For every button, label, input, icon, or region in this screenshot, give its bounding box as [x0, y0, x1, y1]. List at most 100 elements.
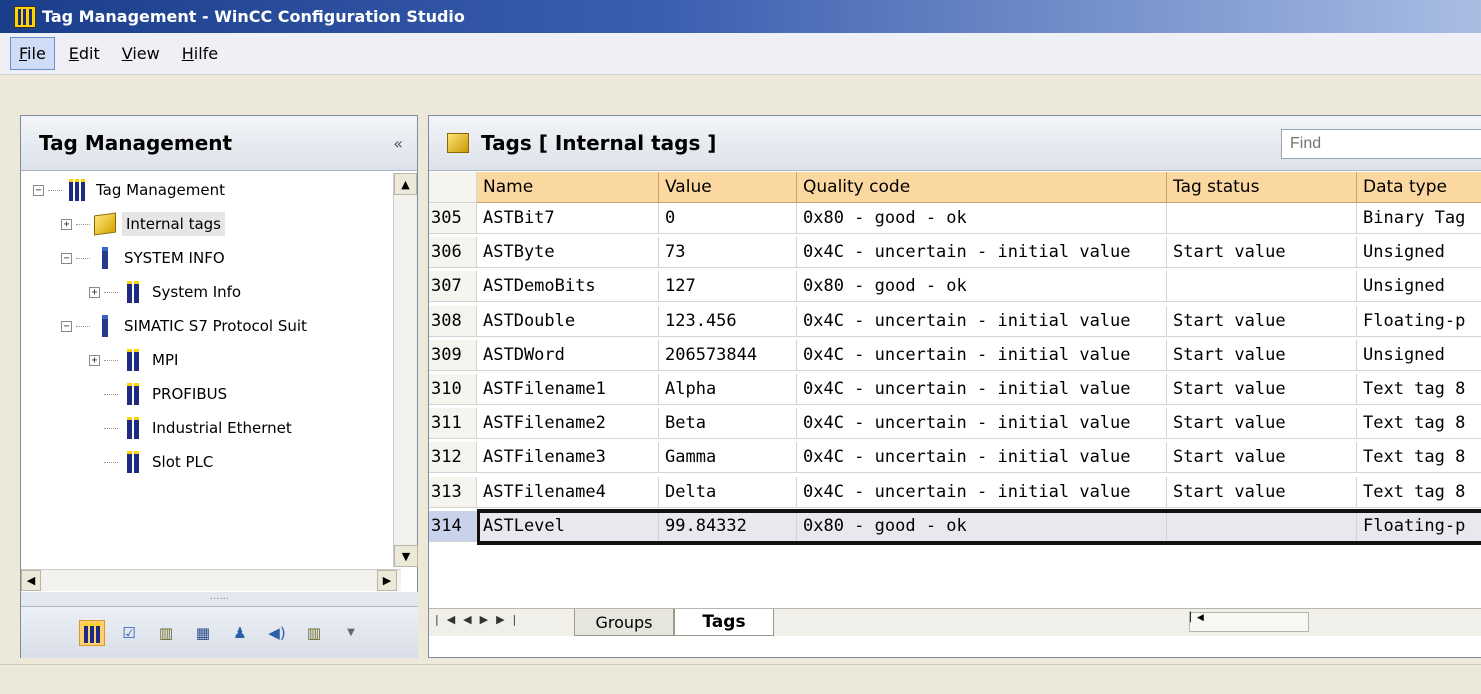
cell-quality-code[interactable]: 0x4C - uncertain - initial value: [797, 305, 1167, 337]
cell-data-type[interactable]: Floating-p: [1357, 510, 1481, 542]
table-row[interactable]: 305 ASTBit7 0 0x80 - good - ok Binary Tag: [429, 203, 1481, 234]
cell-name[interactable]: ASTLevel: [477, 510, 659, 542]
table-row[interactable]: 307 ASTDemoBits 127 0x80 - good - ok Unsigne…: [429, 271, 1481, 303]
tree-node[interactable]: − SIMATIC S7 Protocol Suit: [61, 309, 307, 343]
expand-icon[interactable]: +: [89, 354, 100, 366]
cell-value[interactable]: Beta: [659, 408, 797, 440]
cell-tag-status[interactable]: Start value: [1167, 339, 1357, 371]
cell-quality-code[interactable]: 0x4C - uncertain - initial value: [797, 476, 1167, 508]
scroll-left-icon[interactable]: ◀: [21, 570, 41, 591]
cell-tag-status[interactable]: Start value: [1167, 442, 1357, 474]
cell-data-type[interactable]: Text tag 8: [1357, 408, 1481, 440]
tree-node[interactable]: − Tag Management: [33, 173, 225, 207]
cell-tag-status[interactable]: Start value: [1167, 476, 1357, 508]
cell-tag-status[interactable]: Start value: [1167, 237, 1357, 269]
menu-file[interactable]: File: [10, 37, 55, 70]
tree-horizontal-scrollbar[interactable]: ◀ ▶: [21, 569, 401, 591]
cell-value[interactable]: 0: [659, 203, 797, 234]
tree-node[interactable]: Slot PLC: [89, 445, 213, 479]
scroll-down-icon[interactable]: ▼: [394, 545, 418, 567]
cell-tag-status[interactable]: [1167, 203, 1357, 234]
cell-quality-code[interactable]: 0x4C - uncertain - initial value: [797, 408, 1167, 440]
cell-tag-status[interactable]: [1167, 510, 1357, 542]
table-horizontal-scrollbar[interactable]: ▏◀: [1189, 612, 1309, 632]
row-number[interactable]: 311: [429, 408, 477, 440]
column-header[interactable]: Quality code: [797, 172, 1167, 203]
cell-quality-code[interactable]: 0x4C - uncertain - initial value: [797, 374, 1167, 405]
tree-node[interactable]: Industrial Ethernet: [89, 411, 292, 445]
cell-quality-code[interactable]: 0x80 - good - ok: [797, 203, 1167, 234]
tree-node[interactable]: + Internal tags: [61, 207, 225, 241]
table-icon[interactable]: ▦: [190, 620, 216, 646]
tree-node[interactable]: − SYSTEM INFO: [61, 241, 225, 275]
table-row[interactable]: 308 ASTDouble 123.456 0x4C - uncertain - in…: [429, 305, 1481, 337]
collapse-panel-icon[interactable]: «: [393, 134, 403, 153]
cell-value[interactable]: Gamma: [659, 442, 797, 474]
row-number[interactable]: 310: [429, 374, 477, 405]
cell-value[interactable]: 123.456: [659, 305, 797, 337]
expand-icon[interactable]: +: [61, 218, 72, 230]
cell-quality-code[interactable]: 0x4C - uncertain - initial value: [797, 442, 1167, 474]
row-number[interactable]: 308: [429, 305, 477, 337]
collapse-icon[interactable]: −: [33, 184, 44, 196]
cell-data-type[interactable]: Unsigned: [1357, 271, 1481, 303]
user-icon[interactable]: ♟: [227, 620, 253, 646]
cell-name[interactable]: ASTBit7: [477, 203, 659, 234]
menu-edit[interactable]: Edit: [61, 38, 108, 69]
structure-icon[interactable]: ▥: [301, 620, 327, 646]
cell-tag-status[interactable]: Start value: [1167, 374, 1357, 405]
table-row[interactable]: 312 ASTFilename3 Gamma 0x4C - uncertain - i…: [429, 442, 1481, 474]
cell-data-type[interactable]: Text tag 8: [1357, 374, 1481, 405]
cell-name[interactable]: ASTByte: [477, 237, 659, 269]
table-row[interactable]: 311 ASTFilename2 Beta 0x4C - uncertain - in…: [429, 408, 1481, 440]
table-row[interactable]: 313 ASTFilename4 Delta 0x4C - uncertain - i…: [429, 476, 1481, 508]
panel-splitter[interactable]: ......: [21, 592, 418, 606]
cell-quality-code[interactable]: 0x80 - good - ok: [797, 510, 1167, 542]
cell-name[interactable]: ASTFilename3: [477, 442, 659, 474]
row-number[interactable]: 306: [429, 237, 477, 269]
cell-tag-status[interactable]: [1167, 271, 1357, 303]
header-corner[interactable]: [429, 172, 477, 203]
cell-quality-code[interactable]: 0x80 - good - ok: [797, 271, 1167, 303]
collapse-icon[interactable]: −: [61, 320, 72, 332]
tab-groups[interactable]: Groups: [574, 609, 674, 636]
cell-data-type[interactable]: Unsigned: [1357, 237, 1481, 269]
expand-icon[interactable]: +: [89, 286, 100, 298]
cell-data-type[interactable]: Text tag 8: [1357, 477, 1481, 508]
cell-name[interactable]: ASTDouble: [477, 305, 659, 337]
collapse-icon[interactable]: −: [61, 252, 72, 264]
table-row[interactable]: 310 ASTFilename1 Alpha 0x4C - uncertain - i…: [429, 374, 1481, 405]
cell-name[interactable]: ASTFilename2: [477, 408, 659, 440]
tag-management-icon[interactable]: [79, 619, 105, 646]
cell-value[interactable]: 99.84332: [659, 510, 797, 542]
row-number[interactable]: 312: [429, 442, 477, 474]
cell-quality-code[interactable]: 0x4C - uncertain - initial value: [797, 237, 1167, 269]
tree-node[interactable]: PROFIBUS: [89, 377, 227, 411]
cell-value[interactable]: Delta: [659, 476, 797, 508]
table-row[interactable]: 314 ASTLevel 99.84332 0x80 - good - ok Float…: [429, 510, 1481, 542]
row-number[interactable]: 307: [429, 271, 477, 303]
cell-value[interactable]: 127: [659, 271, 797, 303]
cell-name[interactable]: ASTDemoBits: [477, 271, 659, 303]
menu-hilfe[interactable]: Hilfe: [174, 38, 226, 69]
row-number[interactable]: 314: [429, 510, 477, 542]
cell-tag-status[interactable]: Start value: [1167, 408, 1357, 440]
column-header[interactable]: Tag status: [1167, 172, 1357, 203]
cell-value[interactable]: Alpha: [659, 374, 797, 405]
cell-data-type[interactable]: Unsigned: [1357, 340, 1481, 371]
column-header[interactable]: Name: [477, 172, 659, 203]
cell-data-type[interactable]: Floating-p: [1357, 306, 1481, 337]
row-number[interactable]: 313: [429, 476, 477, 508]
dropdown-arrow-icon[interactable]: ▼: [338, 620, 364, 646]
column-header[interactable]: Value: [659, 172, 797, 203]
find-input[interactable]: [1281, 129, 1481, 159]
sound-icon[interactable]: ◀): [264, 620, 290, 646]
row-number[interactable]: 309: [429, 339, 477, 371]
tab-navigation-arrows-icon[interactable]: |◀◀▶▶|: [435, 613, 524, 626]
tree-node[interactable]: + MPI: [89, 343, 178, 377]
cell-tag-status[interactable]: Start value: [1167, 305, 1357, 337]
alarm-icon[interactable]: ☑: [116, 620, 142, 646]
tab-tags[interactable]: Tags: [674, 609, 774, 636]
cell-value[interactable]: 73: [659, 237, 797, 269]
tree-node[interactable]: + System Info: [89, 275, 241, 309]
